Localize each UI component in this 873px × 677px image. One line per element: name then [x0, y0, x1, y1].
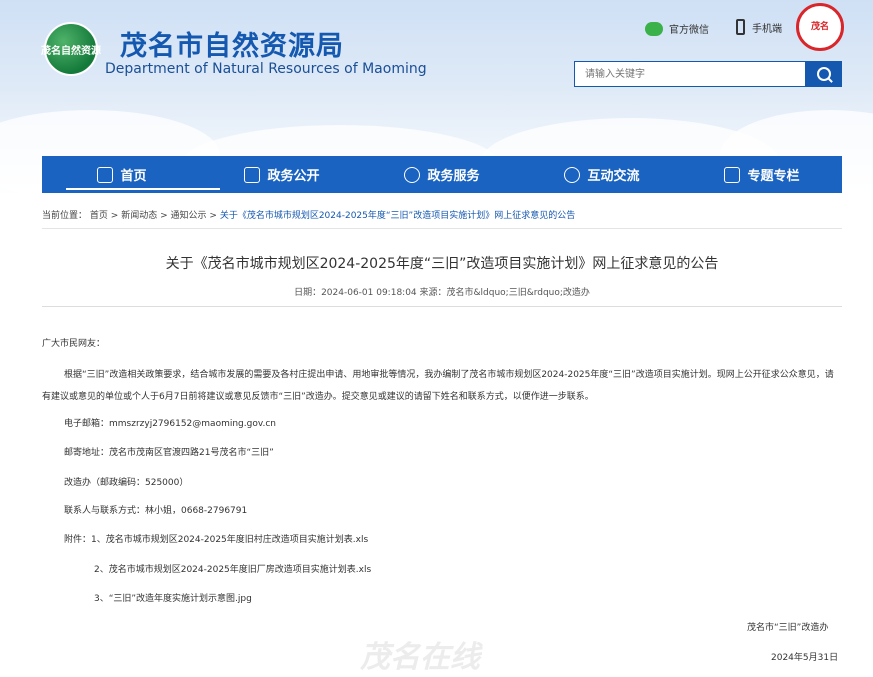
divider — [42, 306, 842, 307]
article-body: 根据“三旧”改造相关政策要求，结合城市发展的需要及各村庄提出申请、用地审批等情况… — [42, 370, 834, 402]
contact-person: 联系人与联系方式：林小姐，0668-2796791 — [64, 506, 248, 516]
breadcrumb-separator: > — [160, 211, 168, 221]
contact-email: 电子邮箱：mmszrzyj2796152@maoming.gov.cn — [64, 419, 276, 429]
nav-topics[interactable]: 专题专栏 — [682, 156, 842, 193]
site-logo[interactable]: 茂名自然资源 — [41, 22, 101, 76]
mobile-link[interactable]: 手机端 — [736, 19, 782, 35]
mobile-phone-icon — [736, 19, 745, 35]
article-meta: 日期：2024-06-01 09:18:04 来源：茂名市&ldquo;三旧&r… — [294, 288, 590, 298]
trophy-icon — [724, 166, 741, 183]
seal-text: 茂名 — [810, 22, 829, 32]
breadcrumb-separator: > — [110, 211, 119, 221]
attachment-link[interactable]: 2、茂名市城市规划区2024-2025年度旧厂房改造项目实施计划表.xls — [94, 562, 371, 575]
home-icon — [97, 166, 114, 183]
wechat-icon — [645, 21, 663, 36]
breadcrumb-current[interactable]: 关于《茂名市城市规划区2024-2025年度“三旧”改造项目实施计划》网上征求意… — [220, 211, 575, 221]
nav-label: 专题专栏 — [747, 169, 800, 184]
nav-label: 政务公开 — [267, 169, 320, 184]
mobile-label: 手机端 — [752, 23, 782, 35]
attachment-link[interactable]: 3、“三旧”改造年度实施计划示意图.jpg — [94, 591, 252, 604]
watermark-logo: 茂名在线 — [360, 640, 480, 675]
nav-services[interactable]: 政务服务 — [362, 156, 522, 193]
site-title[interactable]: 茂名市自然资源局 — [120, 24, 344, 63]
search-icon — [817, 67, 831, 81]
contact-office: 改造办（邮政编码：525000） — [64, 478, 189, 488]
search-input[interactable] — [574, 61, 806, 87]
article-date: 2024年5月31日 — [771, 653, 839, 663]
document-icon — [244, 166, 261, 183]
nav-label: 互动交流 — [587, 169, 640, 184]
search-button[interactable] — [806, 61, 842, 87]
nav-home[interactable]: 首页 — [42, 156, 220, 193]
nav-interaction[interactable]: 互动交流 — [522, 156, 682, 193]
chat-icon — [564, 166, 581, 183]
breadcrumb-notices[interactable]: 通知公示 — [171, 211, 207, 221]
article-greeting: 广大市民网友： — [42, 339, 106, 349]
breadcrumb-news[interactable]: 新闻动态 — [121, 211, 157, 221]
wechat-link[interactable]: 官方微信 — [645, 21, 709, 36]
breadcrumb-prefix: 当前位置： — [42, 211, 88, 221]
article-title: 关于《茂名市城市规划区2024-2025年度“三旧”改造项目实施计划》网上征求意… — [165, 256, 719, 272]
main-nav: 首页 政务公开 政务服务 互动交流 专题专栏 — [42, 156, 842, 193]
service-icon — [404, 166, 421, 183]
breadcrumb-separator: > — [209, 211, 217, 221]
contact-address: 邮寄地址：茂名市茂南区官渡四路21号茂名市“三旧” — [64, 448, 274, 458]
maoming-seal-logo: 茂名 — [796, 3, 844, 51]
nav-government-affairs[interactable]: 政务公开 — [202, 156, 362, 193]
divider — [42, 228, 842, 229]
attachment-link[interactable]: 附件：1、茂名市城市规划区2024-2025年度旧村庄改造项目实施计划表.xls — [64, 532, 368, 545]
logo-text: 茂名自然资源 — [41, 45, 101, 57]
article-signature: 茂名市“三旧”改造办 — [747, 623, 829, 633]
breadcrumb: 当前位置： 首页 > 新闻动态 > 通知公示 > 关于《茂名市城市规划区2024… — [42, 208, 575, 221]
nav-label: 政务服务 — [427, 169, 480, 184]
breadcrumb-home[interactable]: 首页 — [90, 211, 108, 221]
site-subtitle: Department of Natural Resources of Maomi… — [105, 61, 427, 77]
nav-label: 首页 — [120, 169, 147, 184]
wechat-label: 官方微信 — [669, 25, 709, 36]
